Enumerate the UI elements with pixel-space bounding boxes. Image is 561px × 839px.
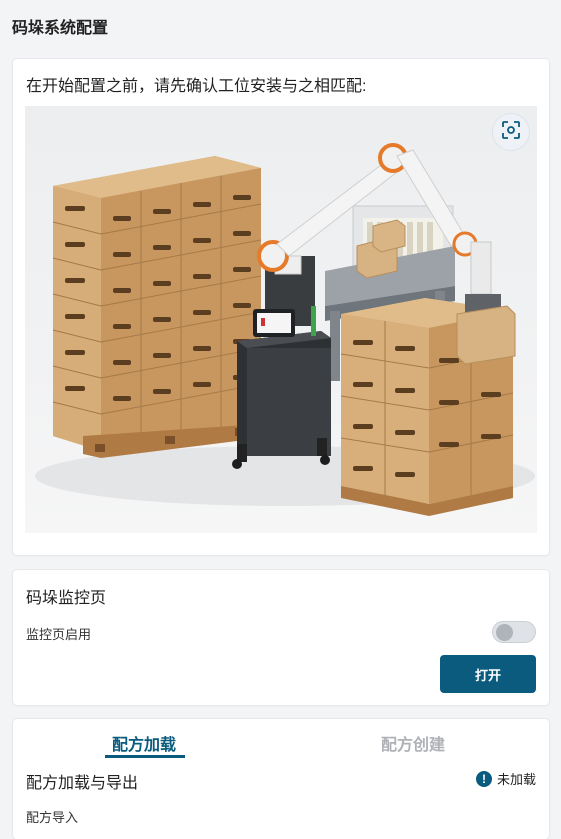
open-button[interactable]: 打开 — [440, 655, 536, 693]
recipe-load-status: ! 未加载 — [475, 769, 536, 788]
active-tab-underline — [105, 755, 185, 758]
info-icon: ! — [475, 770, 492, 787]
tab-recipe-load[interactable]: 配方加载 — [112, 731, 176, 755]
tab-recipe-create[interactable]: 配方创建 — [381, 731, 445, 755]
monitor-page-card: 码垛监控页 监控页启用 打开 — [13, 570, 549, 705]
workstation-illustration-graphic — [35, 143, 535, 516]
focus-scan-button[interactable] — [492, 113, 530, 151]
recipe-import-label: 配方导入 — [26, 810, 79, 825]
installation-check-card: 在开始配置之前，请先确认工位安装与之相匹配: — [13, 59, 549, 555]
palletizing-workstation-illustration — [25, 106, 537, 533]
left-pallet-stack — [52, 156, 262, 458]
recipe-section-title: 配方加载与导出 — [26, 775, 139, 792]
status-text: 未加载 — [496, 772, 536, 787]
monitor-section-title: 码垛监控页 — [26, 590, 107, 607]
page-title: 码垛系统配置 — [12, 20, 109, 37]
monitor-enable-toggle[interactable] — [492, 621, 536, 643]
recipe-tabs: 配方加载 配方创建 — [13, 719, 549, 759]
recipe-card: 配方加载 配方创建 配方加载与导出 ! 未加载 配方导入 — [13, 719, 549, 839]
monitor-enable-label: 监控页启用 — [26, 627, 92, 642]
intro-instruction: 在开始配置之前，请先确认工位安装与之相匹配: — [26, 78, 367, 95]
toggle-knob — [496, 624, 513, 641]
focus-scan-icon — [501, 120, 521, 145]
